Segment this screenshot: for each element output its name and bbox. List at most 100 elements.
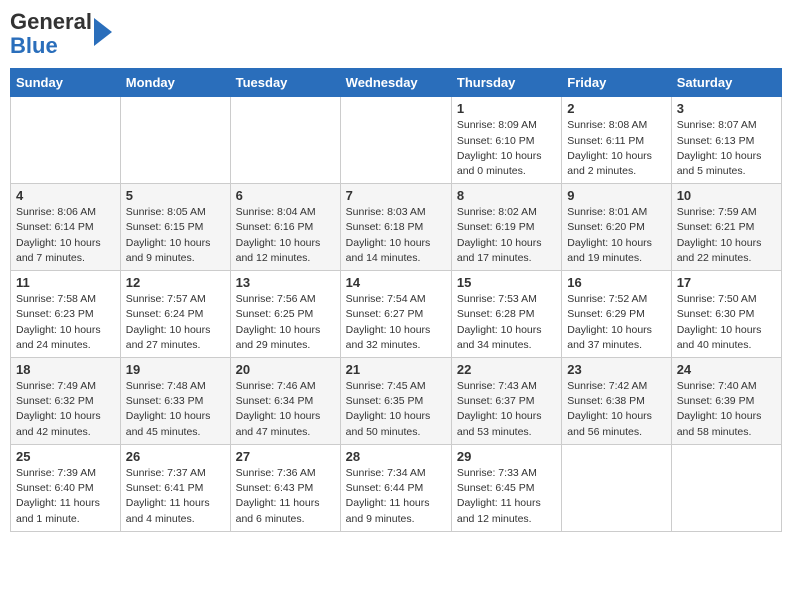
page-header: General Blue	[10, 10, 782, 58]
day-info: Sunrise: 7:52 AM Sunset: 6:29 PM Dayligh…	[567, 292, 665, 353]
day-info: Sunrise: 7:40 AM Sunset: 6:39 PM Dayligh…	[677, 379, 776, 440]
day-number: 22	[457, 362, 556, 377]
day-number: 15	[457, 275, 556, 290]
day-number: 25	[16, 449, 115, 464]
week-row-3: 11 Sunrise: 7:58 AM Sunset: 6:23 PM Dayli…	[11, 271, 782, 358]
day-number: 6	[236, 188, 335, 203]
day-number: 7	[346, 188, 446, 203]
day-number: 10	[677, 188, 776, 203]
day-info: Sunrise: 7:36 AM Sunset: 6:43 PM Dayligh…	[236, 466, 335, 527]
day-cell: 5 Sunrise: 8:05 AM Sunset: 6:15 PM Daylig…	[120, 184, 230, 271]
day-cell: 26Sunrise: 7:37 AM Sunset: 6:41 PM Dayli…	[120, 444, 230, 531]
day-cell	[11, 97, 121, 184]
day-number: 4	[16, 188, 115, 203]
day-cell: 11 Sunrise: 7:58 AM Sunset: 6:23 PM Dayli…	[11, 271, 121, 358]
day-cell: 19 Sunrise: 7:48 AM Sunset: 6:33 PM Dayli…	[120, 358, 230, 445]
day-cell: 23Sunrise: 7:42 AM Sunset: 6:38 PM Dayli…	[562, 358, 671, 445]
day-info: Sunrise: 7:59 AM Sunset: 6:21 PM Dayligh…	[677, 205, 776, 266]
logo-arrow-icon	[94, 18, 112, 46]
day-cell: 9 Sunrise: 8:01 AM Sunset: 6:20 PM Daylig…	[562, 184, 671, 271]
day-info: Sunrise: 7:48 AM Sunset: 6:33 PM Dayligh…	[126, 379, 225, 440]
day-cell: 21 Sunrise: 7:45 AM Sunset: 6:35 PM Dayli…	[340, 358, 451, 445]
day-number: 1	[457, 101, 556, 116]
day-info: Sunrise: 7:54 AM Sunset: 6:27 PM Dayligh…	[346, 292, 446, 353]
day-info: Sunrise: 7:34 AM Sunset: 6:44 PM Dayligh…	[346, 466, 446, 527]
day-cell: 18 Sunrise: 7:49 AM Sunset: 6:32 PM Dayli…	[11, 358, 121, 445]
day-number: 11	[16, 275, 115, 290]
day-number: 2	[567, 101, 665, 116]
week-row-1: 1 Sunrise: 8:09 AM Sunset: 6:10 PM Daylig…	[11, 97, 782, 184]
day-number: 3	[677, 101, 776, 116]
weekday-header-row: SundayMondayTuesdayWednesdayThursdayFrid…	[11, 69, 782, 97]
day-info: Sunrise: 8:02 AM Sunset: 6:19 PM Dayligh…	[457, 205, 556, 266]
day-info: Sunrise: 7:57 AM Sunset: 6:24 PM Dayligh…	[126, 292, 225, 353]
day-info: Sunrise: 7:45 AM Sunset: 6:35 PM Dayligh…	[346, 379, 446, 440]
day-cell: 28 Sunrise: 7:34 AM Sunset: 6:44 PM Dayli…	[340, 444, 451, 531]
day-number: 16	[567, 275, 665, 290]
day-number: 17	[677, 275, 776, 290]
day-cell: 14Sunrise: 7:54 AM Sunset: 6:27 PM Dayli…	[340, 271, 451, 358]
day-info: Sunrise: 8:03 AM Sunset: 6:18 PM Dayligh…	[346, 205, 446, 266]
day-cell: 7 Sunrise: 8:03 AM Sunset: 6:18 PM Daylig…	[340, 184, 451, 271]
day-cell	[671, 444, 781, 531]
weekday-header-wednesday: Wednesday	[340, 69, 451, 97]
day-number: 27	[236, 449, 335, 464]
day-info: Sunrise: 7:43 AM Sunset: 6:37 PM Dayligh…	[457, 379, 556, 440]
day-cell: 3 Sunrise: 8:07 AM Sunset: 6:13 PM Daylig…	[671, 97, 781, 184]
day-cell	[230, 97, 340, 184]
weekday-header-friday: Friday	[562, 69, 671, 97]
day-cell: 4 Sunrise: 8:06 AM Sunset: 6:14 PM Daylig…	[11, 184, 121, 271]
day-info: Sunrise: 7:49 AM Sunset: 6:32 PM Dayligh…	[16, 379, 115, 440]
day-info: Sunrise: 8:01 AM Sunset: 6:20 PM Dayligh…	[567, 205, 665, 266]
day-number: 21	[346, 362, 446, 377]
day-number: 18	[16, 362, 115, 377]
day-number: 28	[346, 449, 446, 464]
day-info: Sunrise: 8:04 AM Sunset: 6:16 PM Dayligh…	[236, 205, 335, 266]
day-cell: 29 Sunrise: 7:33 AM Sunset: 6:45 PM Dayli…	[451, 444, 561, 531]
weekday-header-saturday: Saturday	[671, 69, 781, 97]
weekday-header-sunday: Sunday	[11, 69, 121, 97]
day-cell: 13 Sunrise: 7:56 AM Sunset: 6:25 PM Dayli…	[230, 271, 340, 358]
day-cell: 20Sunrise: 7:46 AM Sunset: 6:34 PM Dayli…	[230, 358, 340, 445]
weekday-header-monday: Monday	[120, 69, 230, 97]
day-info: Sunrise: 8:05 AM Sunset: 6:15 PM Dayligh…	[126, 205, 225, 266]
day-number: 29	[457, 449, 556, 464]
day-number: 23	[567, 362, 665, 377]
day-cell: 16 Sunrise: 7:52 AM Sunset: 6:29 PM Dayli…	[562, 271, 671, 358]
day-cell: 10 Sunrise: 7:59 AM Sunset: 6:21 PM Dayli…	[671, 184, 781, 271]
logo-text: General Blue	[10, 10, 92, 58]
day-info: Sunrise: 7:33 AM Sunset: 6:45 PM Dayligh…	[457, 466, 556, 527]
day-cell: 22 Sunrise: 7:43 AM Sunset: 6:37 PM Dayli…	[451, 358, 561, 445]
day-cell	[120, 97, 230, 184]
day-number: 13	[236, 275, 335, 290]
day-cell: 15Sunrise: 7:53 AM Sunset: 6:28 PM Dayli…	[451, 271, 561, 358]
day-info: Sunrise: 7:37 AM Sunset: 6:41 PM Dayligh…	[126, 466, 225, 527]
calendar-table: SundayMondayTuesdayWednesdayThursdayFrid…	[10, 68, 782, 531]
day-info: Sunrise: 7:58 AM Sunset: 6:23 PM Dayligh…	[16, 292, 115, 353]
day-number: 9	[567, 188, 665, 203]
day-cell: 17 Sunrise: 7:50 AM Sunset: 6:30 PM Dayli…	[671, 271, 781, 358]
day-info: Sunrise: 8:09 AM Sunset: 6:10 PM Dayligh…	[457, 118, 556, 179]
day-cell: 24 Sunrise: 7:40 AM Sunset: 6:39 PM Dayli…	[671, 358, 781, 445]
day-info: Sunrise: 8:06 AM Sunset: 6:14 PM Dayligh…	[16, 205, 115, 266]
day-cell: 1 Sunrise: 8:09 AM Sunset: 6:10 PM Daylig…	[451, 97, 561, 184]
day-info: Sunrise: 7:50 AM Sunset: 6:30 PM Dayligh…	[677, 292, 776, 353]
day-number: 24	[677, 362, 776, 377]
day-cell: 25Sunrise: 7:39 AM Sunset: 6:40 PM Dayli…	[11, 444, 121, 531]
logo-blue: Blue	[10, 33, 58, 58]
day-info: Sunrise: 7:56 AM Sunset: 6:25 PM Dayligh…	[236, 292, 335, 353]
weekday-header-tuesday: Tuesday	[230, 69, 340, 97]
day-info: Sunrise: 8:07 AM Sunset: 6:13 PM Dayligh…	[677, 118, 776, 179]
day-cell: 6 Sunrise: 8:04 AM Sunset: 6:16 PM Daylig…	[230, 184, 340, 271]
logo-general: General	[10, 9, 92, 34]
week-row-4: 18 Sunrise: 7:49 AM Sunset: 6:32 PM Dayli…	[11, 358, 782, 445]
day-number: 8	[457, 188, 556, 203]
week-row-2: 4 Sunrise: 8:06 AM Sunset: 6:14 PM Daylig…	[11, 184, 782, 271]
day-number: 12	[126, 275, 225, 290]
day-cell	[562, 444, 671, 531]
day-cell: 2Sunrise: 8:08 AM Sunset: 6:11 PM Daylig…	[562, 97, 671, 184]
day-number: 5	[126, 188, 225, 203]
day-number: 19	[126, 362, 225, 377]
weekday-header-thursday: Thursday	[451, 69, 561, 97]
logo: General Blue	[10, 10, 112, 58]
